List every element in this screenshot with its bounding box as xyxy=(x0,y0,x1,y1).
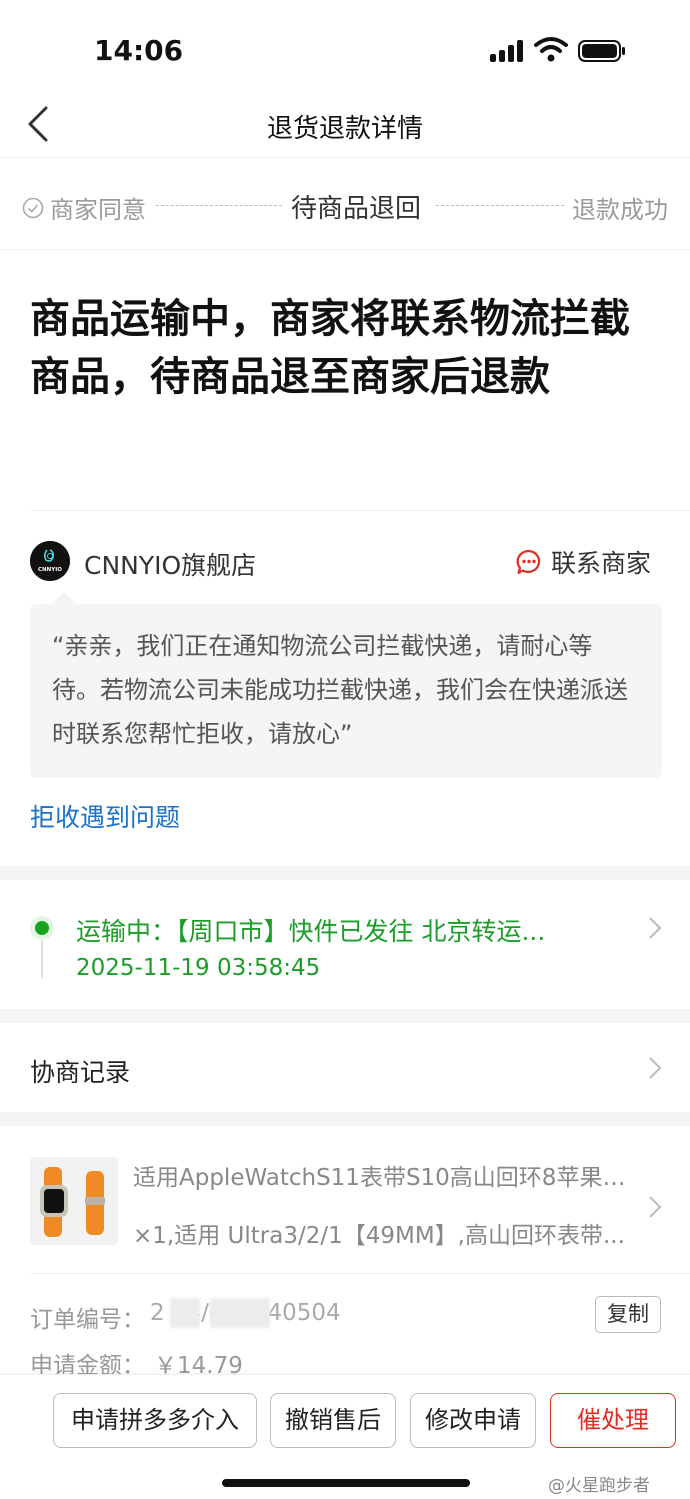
chevron-right-icon xyxy=(649,1196,662,1218)
page-title: 退货退款详情 xyxy=(266,114,423,144)
logistics-status-text: 运输中：【周口市】快件已发往 北京转运... xyxy=(76,917,546,946)
cellular-signal-icon xyxy=(490,40,526,62)
check-circle-icon xyxy=(22,197,44,218)
negotiation-record-label: 协商记录 xyxy=(30,1058,131,1087)
step-awaiting-return: 待商品退回 xyxy=(291,194,422,224)
store-name[interactable]: CNNYIO旗舰店 xyxy=(84,546,256,582)
step-refund-success: 退款成功 xyxy=(572,196,668,224)
divider xyxy=(30,510,690,511)
section-gap xyxy=(0,1112,690,1126)
product-title: 适用AppleWatchS11表带S10高山回环8苹果S... xyxy=(133,1165,628,1191)
wifi-icon xyxy=(534,37,568,62)
watermark-text: @火星跑步者 xyxy=(548,1476,650,1496)
contact-merchant-button[interactable]: 联系商家 xyxy=(515,544,651,580)
product-image xyxy=(30,1157,118,1245)
contact-merchant-label: 联系商家 xyxy=(551,549,652,578)
urge-processing-button[interactable]: 催处理 xyxy=(550,1393,676,1448)
logistics-status-dot xyxy=(30,916,54,940)
step-connector xyxy=(436,205,564,206)
bottom-action-bar: 申请拼多多介入 撤销售后 修改申请 催处理 @火星跑步者 xyxy=(0,1374,690,1499)
copy-order-number-button[interactable]: 复制 xyxy=(595,1296,661,1333)
logistics-time: 2025-11-19 03:58:45 xyxy=(76,955,321,981)
status-time: 14:06 xyxy=(94,34,184,67)
chat-bubble-icon xyxy=(516,549,541,575)
apply-platform-intervention-button[interactable]: 申请拼多多介入 xyxy=(53,1393,257,1448)
nav-bar: 退货退款详情 xyxy=(0,90,690,158)
refund-progress-steps: 商家同意 待商品退回 退款成功 xyxy=(0,158,690,250)
step-label: 商家同意 xyxy=(50,196,146,224)
reject-problem-link[interactable]: 拒收遇到问题 xyxy=(30,798,180,834)
status-headline: 商品运输中，商家将联系物流拦截商品，待商品退至商家后退款 xyxy=(30,296,630,400)
watch-strap-image xyxy=(40,1167,105,1237)
timeline-line xyxy=(41,940,43,978)
chevron-right-icon xyxy=(649,917,662,939)
home-indicator[interactable] xyxy=(222,1479,470,1487)
store-logo-text: CNNYIO xyxy=(38,567,62,573)
status-bar: 14:06 xyxy=(0,0,690,90)
product-spec: ×1,适用 Ultra3/2/1【49MM】,高山回环表带... xyxy=(133,1223,625,1249)
chevron-right-icon xyxy=(649,1057,662,1079)
modify-request-button[interactable]: 修改申请 xyxy=(410,1393,536,1448)
redaction-mask xyxy=(170,1298,200,1328)
merchant-message: “亲亲，我们正在通知物流公司拦截快递，请耐心等待。若物流公司未能成功拦截快递，我… xyxy=(30,592,662,778)
step-merchant-agreed: 商家同意 xyxy=(22,190,146,225)
store-avatar[interactable]: CNNYIO xyxy=(30,541,70,581)
divider xyxy=(30,1273,690,1274)
section-gap xyxy=(0,866,690,880)
store-logo-icon: CNNYIO xyxy=(30,541,70,581)
redaction-mask xyxy=(210,1298,270,1328)
cancel-aftersale-button[interactable]: 撤销售后 xyxy=(270,1393,396,1448)
order-number-label: 订单编号： xyxy=(30,1307,145,1333)
section-gap xyxy=(0,1009,690,1023)
battery-icon xyxy=(578,40,625,62)
step-connector xyxy=(156,205,282,206)
